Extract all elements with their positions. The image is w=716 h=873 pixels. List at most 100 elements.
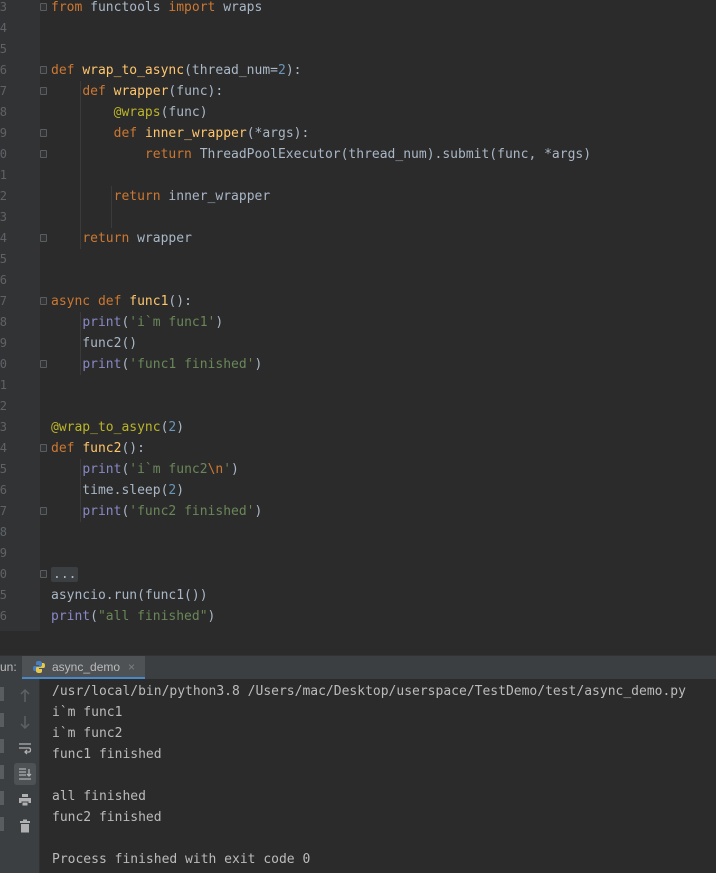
code-token: print — [51, 609, 91, 624]
gutter-line: 5 — [0, 249, 40, 270]
gutter-line: 8 — [0, 102, 40, 123]
code-token: import — [168, 0, 216, 15]
code-line[interactable]: def wrapper(func): — [51, 81, 223, 102]
code-token: 'func2 finished' — [129, 504, 255, 519]
stop-edge-icon[interactable] — [0, 713, 4, 727]
down-arrow-icon[interactable] — [14, 711, 36, 733]
line-number: 0 — [0, 357, 7, 371]
code-line[interactable]: time.sleep(2) — [51, 480, 184, 501]
code-line[interactable]: def wrap_to_async(thread_num=2): — [51, 60, 301, 81]
gutter-line: 5 — [0, 39, 40, 60]
print-icon[interactable] — [14, 789, 36, 811]
line-number: 5 — [0, 42, 7, 56]
gutter-line: 3 — [0, 207, 40, 228]
line-number: 3 — [0, 210, 7, 224]
trash-icon[interactable] — [14, 815, 36, 837]
code-token: ) — [215, 315, 224, 330]
code-token: ) — [231, 462, 239, 477]
code-token: print — [82, 504, 122, 519]
code-line[interactable]: async def func1(): — [51, 291, 192, 312]
code-token: 2 — [277, 63, 286, 78]
code-token: ( — [90, 609, 98, 624]
code-token: @wrap_to_async — [51, 420, 161, 435]
code-token: ): — [285, 63, 302, 78]
code-token: (*args): — [246, 126, 310, 141]
gutter-line: 8 — [0, 312, 40, 333]
code-line[interactable]: print('func2 finished') — [51, 501, 262, 522]
line-number: 5 — [0, 588, 7, 602]
tab-close-icon[interactable]: × — [128, 660, 135, 674]
code-token: wrapper — [113, 84, 169, 99]
line-number: 9 — [0, 546, 7, 560]
code-token: functools — [82, 0, 169, 15]
console-output[interactable]: /usr/local/bin/python3.8 /Users/mac/Desk… — [40, 679, 716, 873]
gutter-line: 4 — [0, 18, 40, 39]
code-line[interactable]: @wrap_to_async(2) — [51, 417, 184, 438]
gutter-line: 6 — [0, 480, 40, 501]
code-token: "all finished" — [97, 609, 208, 624]
gutter-line: 6 — [0, 270, 40, 291]
code-line[interactable]: return inner_wrapper — [51, 186, 271, 207]
run-toolbar — [0, 679, 40, 873]
code-token: ) — [254, 504, 263, 519]
code-line[interactable]: print("all finished") — [51, 606, 215, 627]
run-label: un: — [0, 660, 17, 674]
gutter-line: 3 — [0, 0, 47, 18]
code-token: func2() — [51, 336, 138, 351]
line-number: 5 — [0, 252, 7, 266]
gutter-line: 6 — [0, 60, 47, 81]
code-line[interactable]: print('func1 finished') — [51, 354, 262, 375]
code-area[interactable]: from functools import wraps def wrap_to_a… — [40, 0, 716, 631]
line-number: 1 — [0, 168, 7, 182]
code-token: wrap_to_async — [82, 63, 185, 78]
code-line[interactable]: def func2(): — [51, 438, 145, 459]
code-token: return — [113, 189, 169, 204]
code-line[interactable]: from functools import wraps — [51, 0, 262, 18]
scroll-to-end-icon[interactable] — [14, 763, 36, 785]
code-token: \n — [207, 462, 224, 477]
code-line[interactable]: asyncio.run(func1()) — [51, 585, 208, 606]
code-token: print — [82, 315, 122, 330]
code-line[interactable]: return ThreadPoolExecutor(thread_num).su… — [51, 144, 591, 165]
code-token: return — [82, 231, 138, 246]
line-number: 4 — [0, 231, 7, 245]
line-number: 7 — [0, 84, 7, 98]
gutter-line: 7 — [0, 501, 47, 522]
code-line[interactable]: @wraps(func) — [51, 102, 208, 123]
code-editor[interactable]: 3 4 5 6 7 8 9 0 1 2 3 4 5 6 7 8 9 0 1 2 3 4 5 6 7 8 9 0 5 6 from func… — [0, 0, 716, 631]
code-line[interactable]: func2() — [51, 333, 137, 354]
line-number: 2 — [0, 189, 7, 203]
line-number: 8 — [0, 105, 7, 119]
rerun-edge-icon[interactable] — [0, 687, 4, 701]
soft-wrap-icon[interactable] — [14, 737, 36, 759]
folded-code-block[interactable]: ... — [51, 567, 79, 582]
up-arrow-icon[interactable] — [14, 685, 36, 707]
gutter-line: 9 — [0, 333, 40, 354]
code-line[interactable]: print('i`m func2\n') — [51, 459, 239, 480]
console-line: Process finished with exit code 0 — [52, 852, 311, 867]
gutter-line: 3 — [0, 417, 40, 438]
code-token: def — [113, 126, 145, 141]
code-line[interactable]: return wrapper — [51, 228, 192, 249]
code-token: time.sleep( — [51, 483, 169, 498]
code-token: inner_wrapper — [168, 189, 271, 204]
code-line[interactable]: print('i`m func1') — [51, 312, 223, 333]
tab-async-demo[interactable]: async_demo × — [22, 656, 146, 679]
tab-label: async_demo — [52, 659, 121, 674]
pin-edge-icon[interactable] — [0, 765, 4, 779]
restore-edge-icon[interactable] — [0, 739, 4, 753]
code-token: wraps — [215, 0, 263, 15]
code-line[interactable]: ... — [51, 564, 79, 585]
python-icon — [33, 660, 45, 673]
gutter-line: 8 — [0, 522, 40, 543]
console-command-line: /usr/local/bin/python3.8 /Users/mac/Desk… — [52, 684, 686, 699]
console-line: func1 finished — [52, 747, 162, 762]
settings-edge-icon[interactable] — [0, 791, 4, 805]
line-number: 7 — [0, 294, 7, 308]
code-line[interactable]: def inner_wrapper(*args): — [51, 123, 310, 144]
close-edge-icon[interactable] — [0, 817, 4, 831]
code-token: ) — [254, 357, 263, 372]
